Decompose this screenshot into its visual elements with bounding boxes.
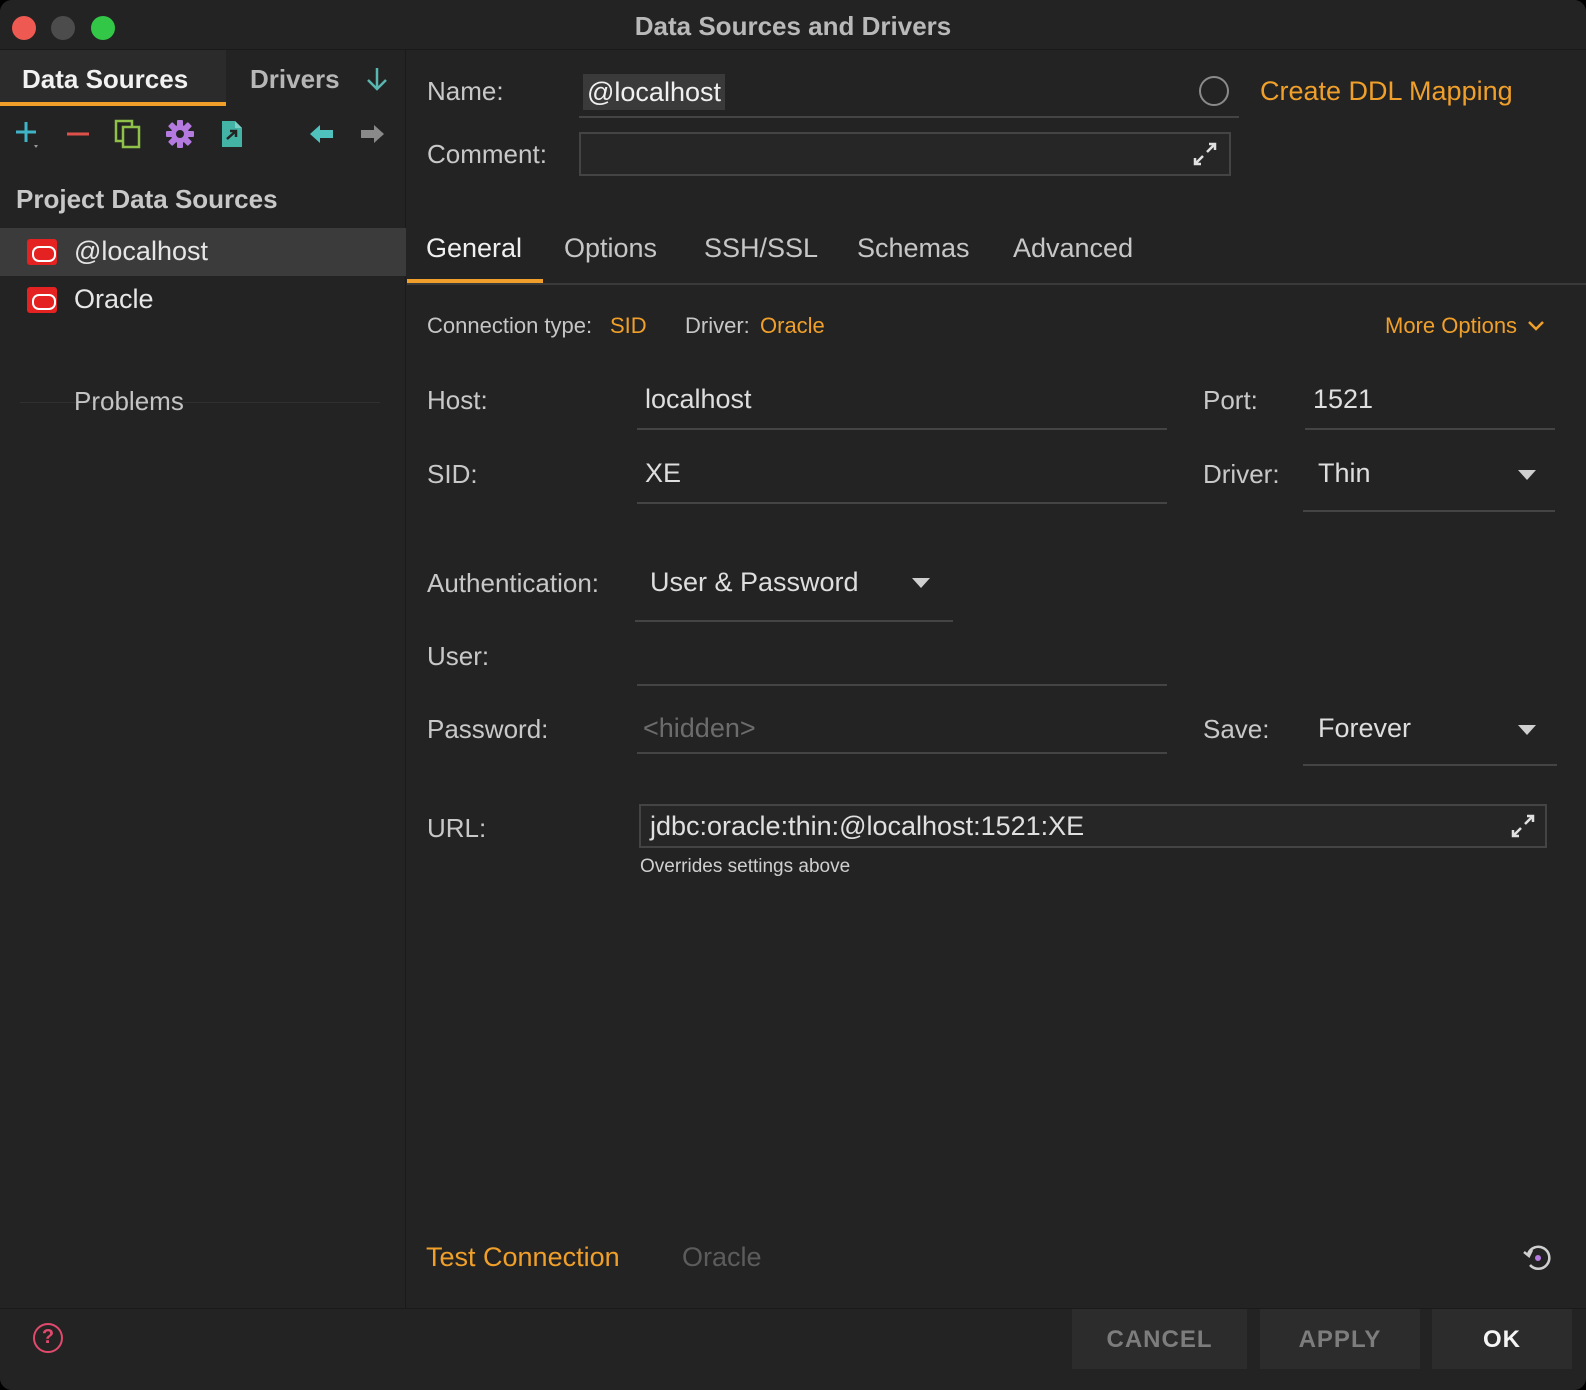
port-label: Port: xyxy=(1203,385,1258,415)
driver-select[interactable]: Thin xyxy=(1318,458,1371,489)
tab-advanced[interactable]: Advanced xyxy=(1013,228,1133,283)
create-ddl-mapping-link[interactable]: Create DDL Mapping xyxy=(1260,76,1513,107)
comment-input[interactable] xyxy=(579,132,1231,176)
host-label: Host: xyxy=(427,385,488,415)
tab-data-sources[interactable]: Data Sources xyxy=(0,50,226,106)
project-data-sources-heading: Project Data Sources xyxy=(16,184,278,214)
title-bar: Data Sources and Drivers xyxy=(0,0,1586,50)
oracle-icon xyxy=(27,287,57,313)
driver-underline xyxy=(1303,510,1555,512)
url-label: URL: xyxy=(427,813,487,843)
data-source-label: Oracle xyxy=(74,284,154,314)
details-panel: Name: @localhost Create DDL Mapping Comm… xyxy=(407,50,1586,1308)
remove-icon[interactable] xyxy=(62,118,94,150)
caret-down-icon[interactable] xyxy=(1518,470,1536,480)
user-underline xyxy=(637,684,1167,686)
add-icon[interactable] xyxy=(12,118,44,150)
authentication-label: Authentication: xyxy=(427,568,600,598)
connection-type-value[interactable]: SID xyxy=(610,313,647,339)
tab-options[interactable]: Options xyxy=(564,228,657,283)
password-label: Password: xyxy=(427,714,549,744)
tab-ssh-ssl[interactable]: SSH/SSL xyxy=(704,228,818,283)
caret-down-icon[interactable] xyxy=(912,578,930,588)
back-icon[interactable] xyxy=(306,118,338,150)
port-underline xyxy=(1305,428,1555,430)
import-icon[interactable] xyxy=(216,118,248,150)
ok-button[interactable]: OK xyxy=(1432,1309,1572,1369)
host-underline xyxy=(637,428,1167,430)
authentication-select[interactable]: User & Password xyxy=(650,567,859,598)
bottom-bar: ? CANCEL APPLY OK xyxy=(0,1308,1586,1390)
sid-label: SID: xyxy=(427,459,478,489)
url-hint: Overrides settings above xyxy=(640,856,851,877)
password-input[interactable]: <hidden> xyxy=(643,713,756,744)
port-input[interactable]: 1521 xyxy=(1313,384,1373,415)
name-value[interactable]: @localhost xyxy=(583,74,725,110)
expand-icon[interactable] xyxy=(1509,812,1537,840)
user-label: User: xyxy=(427,641,490,671)
data-source-item[interactable]: @localhost xyxy=(0,228,406,276)
settings-tabs: General Options SSH/SSL Schemas Advanced xyxy=(407,228,1586,285)
more-options-link[interactable]: More Options xyxy=(1385,313,1517,339)
authentication-underline xyxy=(635,620,953,622)
save-label: Save: xyxy=(1203,714,1270,744)
reset-icon[interactable] xyxy=(1521,1242,1553,1274)
password-underline xyxy=(637,752,1167,754)
test-connection-driver: Oracle xyxy=(682,1242,762,1272)
connection-type-label: Connection type: xyxy=(427,313,593,338)
chevron-down-icon[interactable] xyxy=(1527,318,1545,332)
test-connection-link[interactable]: Test Connection xyxy=(426,1242,620,1273)
url-input[interactable]: jdbc:oracle:thin:@localhost:1521:XE xyxy=(639,804,1547,848)
problems-item[interactable]: Problems xyxy=(74,386,184,417)
driver-value[interactable]: Oracle xyxy=(760,313,825,339)
data-sources-dialog: Data Sources and Drivers Data Sources Dr… xyxy=(0,0,1586,1390)
ddl-radio[interactable] xyxy=(1199,76,1229,106)
host-input[interactable]: localhost xyxy=(645,384,752,415)
window-title: Data Sources and Drivers xyxy=(634,11,952,41)
expand-icon[interactable] xyxy=(1191,140,1219,168)
cancel-button[interactable]: CANCEL xyxy=(1072,1309,1247,1369)
save-underline xyxy=(1303,764,1557,766)
comment-label: Comment: xyxy=(427,139,547,169)
left-panel: Data Sources Drivers Project Data Source… xyxy=(0,50,406,1308)
tab-schemas[interactable]: Schemas xyxy=(857,228,970,283)
forward-icon[interactable] xyxy=(356,118,388,150)
driver-label: Driver: xyxy=(685,313,750,338)
sid-input[interactable]: XE xyxy=(645,458,681,489)
data-source-item[interactable]: Oracle xyxy=(0,276,406,324)
name-label: Name: xyxy=(427,76,504,106)
tab-drivers[interactable]: Drivers xyxy=(250,50,340,106)
tab-general[interactable]: General xyxy=(407,228,543,283)
caret-down-icon[interactable] xyxy=(1518,725,1536,735)
apply-button[interactable]: APPLY xyxy=(1260,1309,1420,1369)
copy-icon[interactable] xyxy=(112,118,144,150)
driver-select-label: Driver: xyxy=(1203,459,1280,489)
download-arrow-icon[interactable] xyxy=(362,64,392,94)
data-source-label: @localhost xyxy=(74,236,208,266)
oracle-icon xyxy=(27,239,57,265)
url-value: jdbc:oracle:thin:@localhost:1521:XE xyxy=(650,811,1085,841)
save-select[interactable]: Forever xyxy=(1318,713,1411,744)
sid-underline xyxy=(637,502,1167,504)
help-icon[interactable]: ? xyxy=(33,1323,63,1353)
settings-icon[interactable] xyxy=(164,118,196,150)
